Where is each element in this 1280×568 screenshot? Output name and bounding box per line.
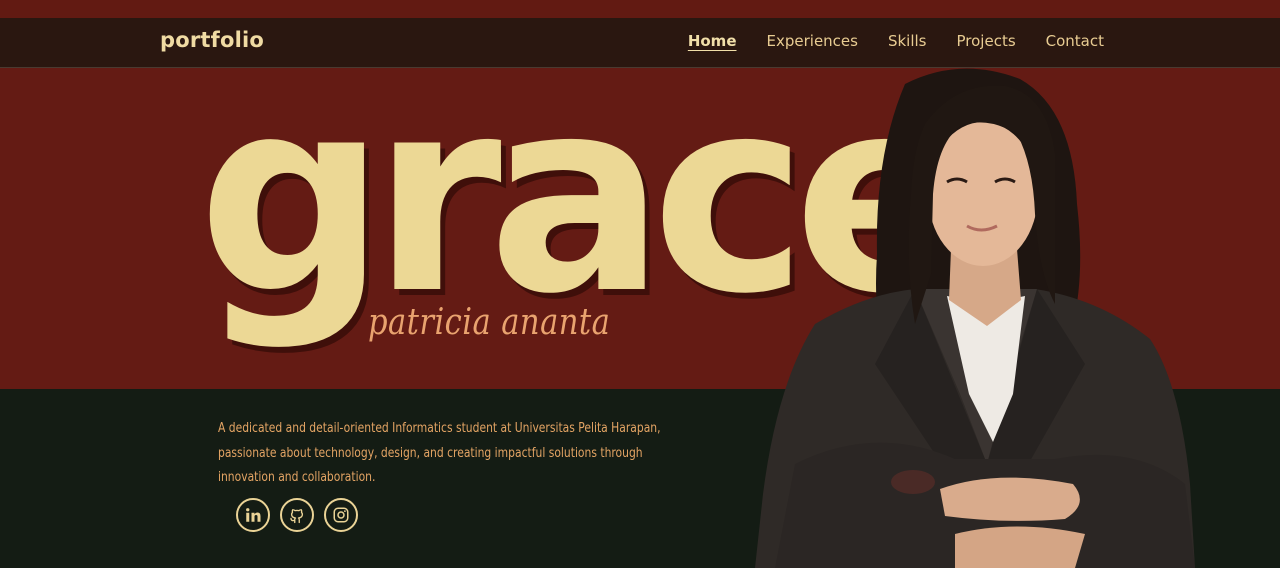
hero-last-name: patricia ananta bbox=[368, 302, 611, 343]
github-icon bbox=[290, 509, 304, 524]
instagram-icon bbox=[333, 507, 349, 523]
nav-link-contact[interactable]: Contact bbox=[1046, 32, 1104, 50]
instagram-link[interactable] bbox=[324, 498, 358, 532]
social-links bbox=[236, 498, 358, 532]
profile-portrait bbox=[755, 68, 1195, 568]
top-strip bbox=[0, 0, 1280, 18]
linkedin-icon bbox=[246, 508, 261, 522]
github-link[interactable] bbox=[280, 498, 314, 532]
nav-link-projects[interactable]: Projects bbox=[957, 32, 1016, 50]
linkedin-link[interactable] bbox=[236, 498, 270, 532]
hero-description: A dedicated and detail-oriented Informat… bbox=[218, 421, 661, 485]
